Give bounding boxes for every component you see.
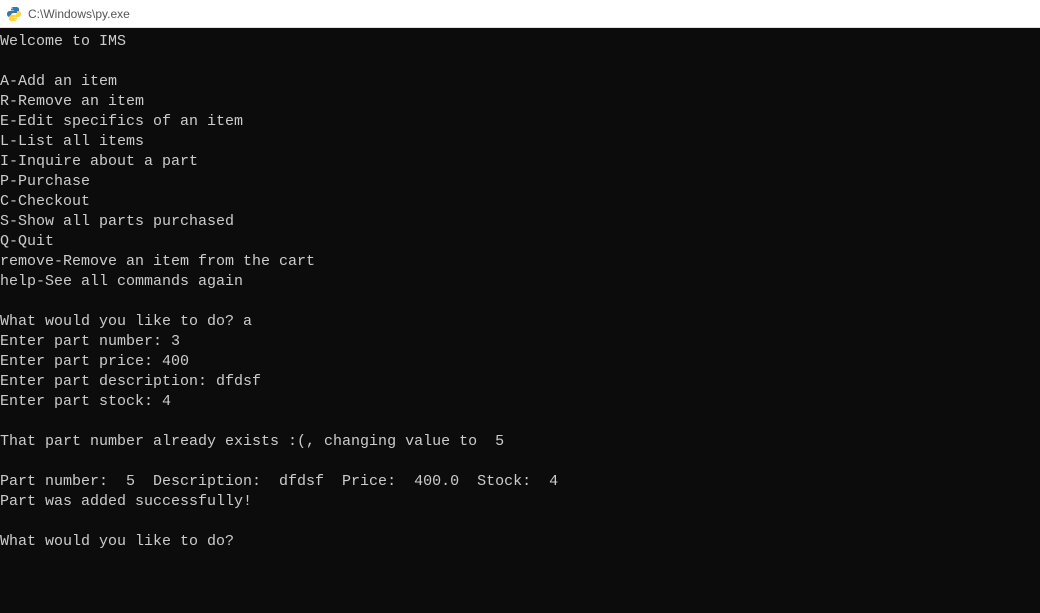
terminal-line: Enter part stock: 4 (0, 392, 1040, 412)
terminal-line: Q-Quit (0, 232, 1040, 252)
terminal-line (0, 412, 1040, 432)
terminal-line (0, 292, 1040, 312)
terminal-line: C-Checkout (0, 192, 1040, 212)
terminal-line: P-Purchase (0, 172, 1040, 192)
python-icon (6, 6, 22, 22)
terminal-line: What would you like to do? a (0, 312, 1040, 332)
terminal-line: help-See all commands again (0, 272, 1040, 292)
terminal-line: R-Remove an item (0, 92, 1040, 112)
terminal-line: L-List all items (0, 132, 1040, 152)
terminal-line: Enter part number: 3 (0, 332, 1040, 352)
terminal-line: S-Show all parts purchased (0, 212, 1040, 232)
terminal-line (0, 512, 1040, 532)
terminal-line: Enter part price: 400 (0, 352, 1040, 372)
terminal-line: remove-Remove an item from the cart (0, 252, 1040, 272)
terminal-line: Part was added successfully! (0, 492, 1040, 512)
terminal-line (0, 452, 1040, 472)
terminal-output[interactable]: Welcome to IMS A-Add an itemR-Remove an … (0, 28, 1040, 613)
terminal-line: What would you like to do? (0, 532, 1040, 552)
terminal-line: That part number already exists :(, chan… (0, 432, 1040, 452)
terminal-line: Welcome to IMS (0, 32, 1040, 52)
terminal-line: E-Edit specifics of an item (0, 112, 1040, 132)
terminal-line (0, 52, 1040, 72)
terminal-line: Part number: 5 Description: dfdsf Price:… (0, 472, 1040, 492)
window-titlebar: C:\Windows\py.exe (0, 0, 1040, 28)
terminal-line: A-Add an item (0, 72, 1040, 92)
window-title: C:\Windows\py.exe (28, 7, 130, 21)
terminal-line: I-Inquire about a part (0, 152, 1040, 172)
terminal-line: Enter part description: dfdsf (0, 372, 1040, 392)
